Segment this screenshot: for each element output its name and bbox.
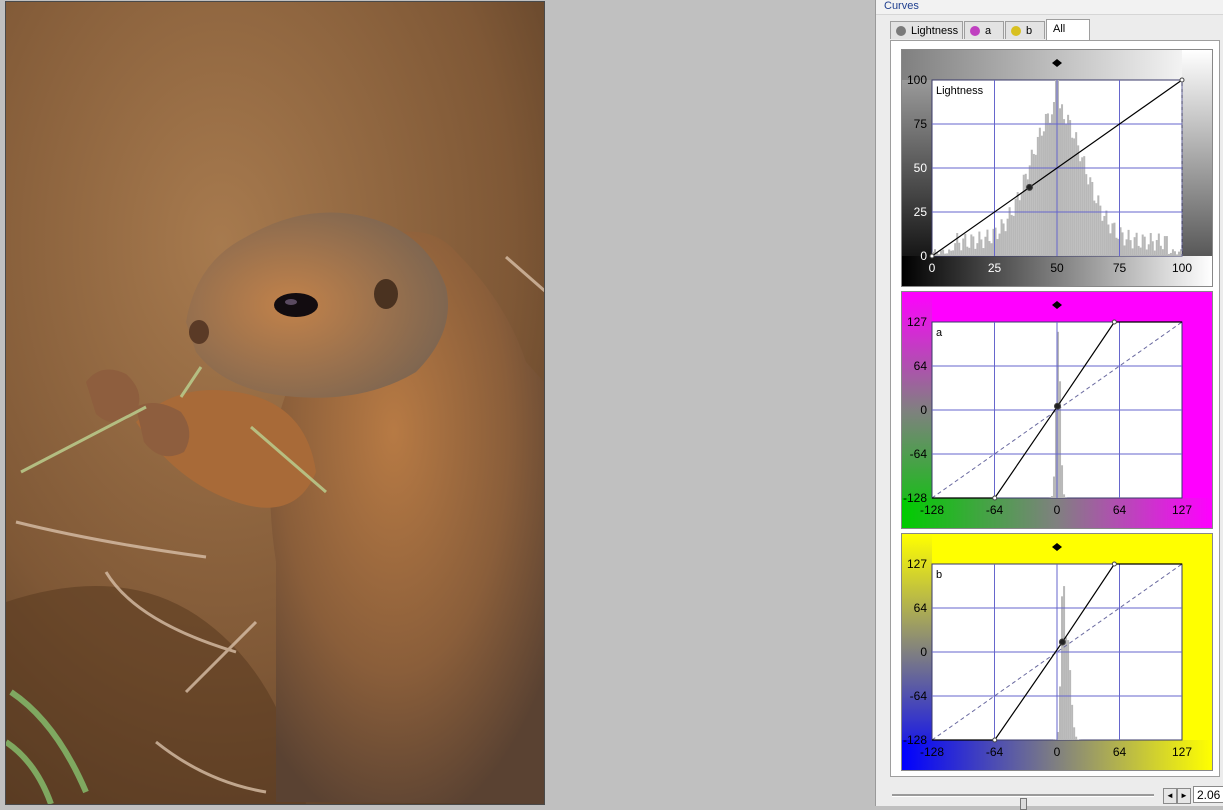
lightness-curve-editor[interactable]: Lightness 100 75 50 25 00 25 50 75 100 <box>901 49 1213 287</box>
statusbar: ◄ ► 2.06 <box>886 785 1223 806</box>
photo-canvas[interactable] <box>5 1 545 805</box>
curve-control-point[interactable] <box>993 738 997 742</box>
y-tick-label: 50 <box>914 161 928 175</box>
curve-label: b <box>936 569 942 581</box>
tab-content-all: Lightness10075502500255075100 a127640-64… <box>890 40 1220 777</box>
y-tick-label: 127 <box>907 315 927 329</box>
b-curve-editor[interactable]: b127640-64-128-128-64064127 <box>901 533 1213 771</box>
y-tick-label: -64 <box>910 447 928 461</box>
x-tick-label: 75 <box>1113 261 1127 275</box>
y-tick-label: -64 <box>910 689 928 703</box>
y-tick-label: 64 <box>914 601 928 615</box>
tab-lightness[interactable]: Lightness <box>890 21 963 39</box>
y-tick-label: 0 <box>920 249 927 263</box>
x-tick-label: 127 <box>1172 745 1192 759</box>
b-curve-svg: b127640-64-128-128-64064127 <box>902 534 1212 770</box>
zoom-value-field[interactable]: 2.06 <box>1193 786 1223 803</box>
scroll-right-button[interactable]: ► <box>1177 788 1191 804</box>
tab-b-label: b <box>1026 25 1032 37</box>
y-tick-label: 25 <box>914 205 928 219</box>
y-tick-label: 127 <box>907 557 927 571</box>
curve-label: Lightness <box>936 85 984 97</box>
curve-control-point[interactable] <box>1180 78 1184 82</box>
curve-control-point[interactable] <box>1054 403 1060 409</box>
x-tick-label: 64 <box>1113 503 1127 517</box>
a-channel-dot-icon <box>970 26 980 36</box>
curve-control-point[interactable] <box>1112 562 1116 566</box>
y-tick-label: 0 <box>920 403 927 417</box>
tab-a[interactable]: a <box>964 21 1004 39</box>
x-tick-label: 0 <box>929 261 936 275</box>
zoom-slider-thumb[interactable] <box>1020 798 1027 810</box>
curve-control-point[interactable] <box>930 254 934 258</box>
tab-all[interactable]: All <box>1046 19 1090 41</box>
curve-control-point[interactable] <box>1027 184 1033 190</box>
x-tick-label: 25 <box>988 261 1002 275</box>
tab-a-label: a <box>985 25 991 37</box>
x-tick-label: 0 <box>1054 503 1061 517</box>
zoom-slider[interactable] <box>892 794 1154 797</box>
x-tick-label: -128 <box>920 745 944 759</box>
curve-control-point[interactable] <box>993 496 997 500</box>
x-tick-label: -128 <box>920 503 944 517</box>
curves-panel: Curves Lightness a b All Lightness 100 75 5… <box>875 0 1223 806</box>
b-channel-dot-icon <box>1011 26 1021 36</box>
x-tick-label: 0 <box>1054 745 1061 759</box>
y-tick-label: 64 <box>914 359 928 373</box>
curve-control-point[interactable] <box>1059 639 1065 645</box>
x-tick-label: -64 <box>986 503 1004 517</box>
a-curve-svg: a127640-64-128-128-64064127 <box>902 292 1212 528</box>
x-tick-label: -64 <box>986 745 1004 759</box>
prairie-dog-photo <box>6 2 544 804</box>
x-tick-label: 64 <box>1113 745 1127 759</box>
lightness-curve-svg: Lightness 100 75 50 25 00 25 50 75 100 <box>902 50 1212 286</box>
tab-lightness-label: Lightness <box>911 25 958 37</box>
x-tick-label: 50 <box>1050 261 1064 275</box>
panel-titlebar <box>876 0 1223 15</box>
y-tick-label: 75 <box>914 117 928 131</box>
panel-title: Curves <box>884 0 919 12</box>
y-tick-label: 0 <box>920 645 927 659</box>
x-tick-label: 100 <box>1172 261 1192 275</box>
tab-all-label: All <box>1053 23 1065 35</box>
curve-control-point[interactable] <box>1112 320 1116 324</box>
a-curve-editor[interactable]: a127640-64-128-128-64064127 <box>901 291 1213 529</box>
tab-b[interactable]: b <box>1005 21 1045 39</box>
x-tick-label: 127 <box>1172 503 1192 517</box>
curve-label: a <box>936 327 943 339</box>
lightness-dot-icon <box>896 26 906 36</box>
y-tick-label: 100 <box>907 73 927 87</box>
scroll-left-button[interactable]: ◄ <box>1163 788 1177 804</box>
